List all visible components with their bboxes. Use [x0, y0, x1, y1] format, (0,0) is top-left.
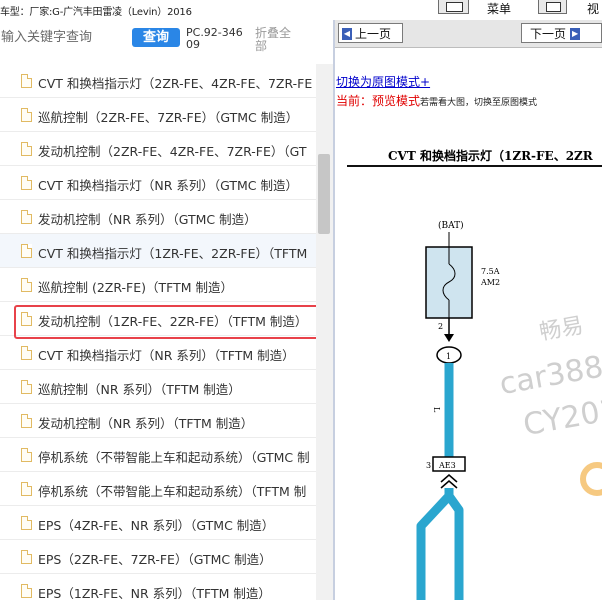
power-source-label: (BAT) [438, 220, 464, 231]
document-icon [21, 278, 32, 292]
window-icon[interactable] [438, 0, 469, 14]
view-button[interactable]: 视 [587, 0, 599, 17]
list-item-label: 巡航控制（NR 系列）（TFTM 制造） [38, 382, 241, 397]
list-item[interactable]: 停机系统（不带智能上车和起动系统）（TFTM 制 [0, 472, 316, 506]
document-icon [21, 380, 32, 394]
document-icon [21, 244, 32, 258]
left-panel: 查询 PC.92-34609 折叠全部 CVT 和换档指示灯（2ZR-FE、4Z… [0, 20, 333, 600]
document-icon [21, 346, 32, 360]
menu-button[interactable]: 菜单 [487, 0, 511, 17]
list-item[interactable]: 巡航控制（NR 系列）（TFTM 制造） [0, 370, 316, 404]
junction-name: AE3 [438, 461, 456, 470]
connector-number: 1 [446, 352, 451, 361]
document-icon [21, 516, 32, 530]
document-icon [21, 550, 32, 564]
list-item-selected[interactable]: CVT 和换档指示灯（1ZR-FE、2ZR-FE）（TFTM [0, 234, 316, 268]
left-scrollbar-thumb[interactable] [318, 154, 330, 234]
list-item-label: EPS（2ZR-FE、7ZR-FE）（GTMC 制造） [38, 552, 272, 567]
list-item-label: 发动机控制（NR 系列）（TFTM 制造） [38, 416, 254, 431]
search-row: 查询 PC.92-34609 折叠全部 [0, 20, 333, 64]
list-item-label: 巡航控制（2ZR-FE、7ZR-FE）（GTMC 制造） [38, 110, 299, 125]
list-item[interactable]: 发动机控制（NR 系列）（TFTM 制造） [0, 404, 316, 438]
list-item-label: 发动机控制（2ZR-FE、4ZR-FE、7ZR-FE）（GT [38, 144, 307, 159]
list-item[interactable]: CVT 和换档指示灯（NR 系列）（GTMC 制造） [0, 166, 316, 200]
list-item[interactable]: CVT 和换档指示灯（NR 系列）（TFTM 制造） [0, 336, 316, 370]
top-bar: 车型：厂家:G-广汽丰田雷凌（Levin）2016 菜单 视 [0, 0, 602, 20]
junction-pin-label: 3 [426, 461, 431, 470]
document-icon [21, 176, 32, 190]
list-item[interactable]: 发动机控制（2ZR-FE、4ZR-FE、7ZR-FE）（GT [0, 132, 316, 166]
list-item[interactable]: 停机系统（不带智能上车和起动系统）（GTMC 制 [0, 438, 316, 472]
list-item[interactable]: 巡航控制（2ZR-FE、7ZR-FE）（GTMC 制造） [0, 98, 316, 132]
list-item-label: 停机系统（不带智能上车和起动系统）（TFTM 制 [38, 484, 307, 499]
list-item-label: CVT 和换档指示灯（2ZR-FE、4ZR-FE、7ZR-FE [38, 76, 313, 91]
document-icon [21, 584, 32, 598]
list-item-label: 发动机控制（NR 系列）（GTMC 制造） [38, 212, 257, 227]
list-item[interactable]: EPS（4ZR-FE、NR 系列）（GTMC 制造） [0, 506, 316, 540]
junction-chevron-icon [440, 474, 458, 489]
down-arrow-icon [444, 334, 454, 342]
highlight-box [14, 305, 322, 339]
logo-icon [580, 462, 602, 496]
document-icon [21, 210, 32, 224]
list-item-label: EPS（4ZR-FE、NR 系列）（GTMC 制造） [38, 518, 275, 533]
list-item[interactable]: EPS（1ZR-FE、NR 系列）（TFTM 制造） [0, 574, 316, 600]
search-button[interactable]: 查询 [132, 28, 180, 47]
list-item-label: 巡航控制 (2ZR-FE)（TFTM 制造） [38, 280, 234, 295]
list-item-label: EPS（1ZR-FE、NR 系列）（TFTM 制造） [38, 586, 271, 600]
list-item[interactable]: 发动机控制（NR 系列）（GTMC 制造） [0, 200, 316, 234]
left-scrollbar[interactable] [316, 64, 333, 600]
list-item-label: CVT 和换档指示灯（NR 系列）（GTMC 制造） [38, 178, 299, 193]
list-item[interactable]: CVT 和换档指示灯（2ZR-FE、4ZR-FE、7ZR-FE [0, 64, 316, 98]
document-icon [21, 74, 32, 88]
window-icon[interactable] [538, 0, 567, 14]
list-item[interactable]: EPS（2ZR-FE、7ZR-FE）（GTMC 制造） [0, 540, 316, 574]
collapse-all-button[interactable]: 折叠全部 [255, 27, 299, 53]
wire-color-label: L [432, 407, 441, 413]
document-icon [21, 482, 32, 496]
fuse-rating: 7.5A [481, 267, 500, 276]
fuse-pin-label: 2 [438, 322, 443, 331]
fuse-name: AM2 [480, 278, 500, 287]
list-item-label: CVT 和换档指示灯（1ZR-FE、2ZR-FE）（TFTM [38, 246, 308, 261]
car-model-label: 车型：厂家:G-广汽丰田雷凌（Levin）2016 [0, 7, 192, 18]
right-panel: ◀ 上一页 下一页 ▶ 切换为原图模式+ 当前：预览模式若需看大图，切换至原图模式 … [335, 20, 602, 600]
document-icon [21, 414, 32, 428]
document-icon [21, 108, 32, 122]
list-item-label: CVT 和换档指示灯（NR 系列）（TFTM 制造） [38, 348, 295, 363]
list-item[interactable]: 巡航控制 (2ZR-FE)（TFTM 制造） [0, 268, 316, 302]
pc-code: PC.92-34609 [186, 26, 243, 51]
document-icon [21, 142, 32, 156]
wire-segment [445, 493, 464, 600]
search-input[interactable] [0, 26, 125, 48]
wire-segment [416, 488, 454, 600]
list-item-label: 停机系统（不带智能上车和起动系统）（GTMC 制 [38, 450, 310, 465]
document-icon [21, 448, 32, 462]
